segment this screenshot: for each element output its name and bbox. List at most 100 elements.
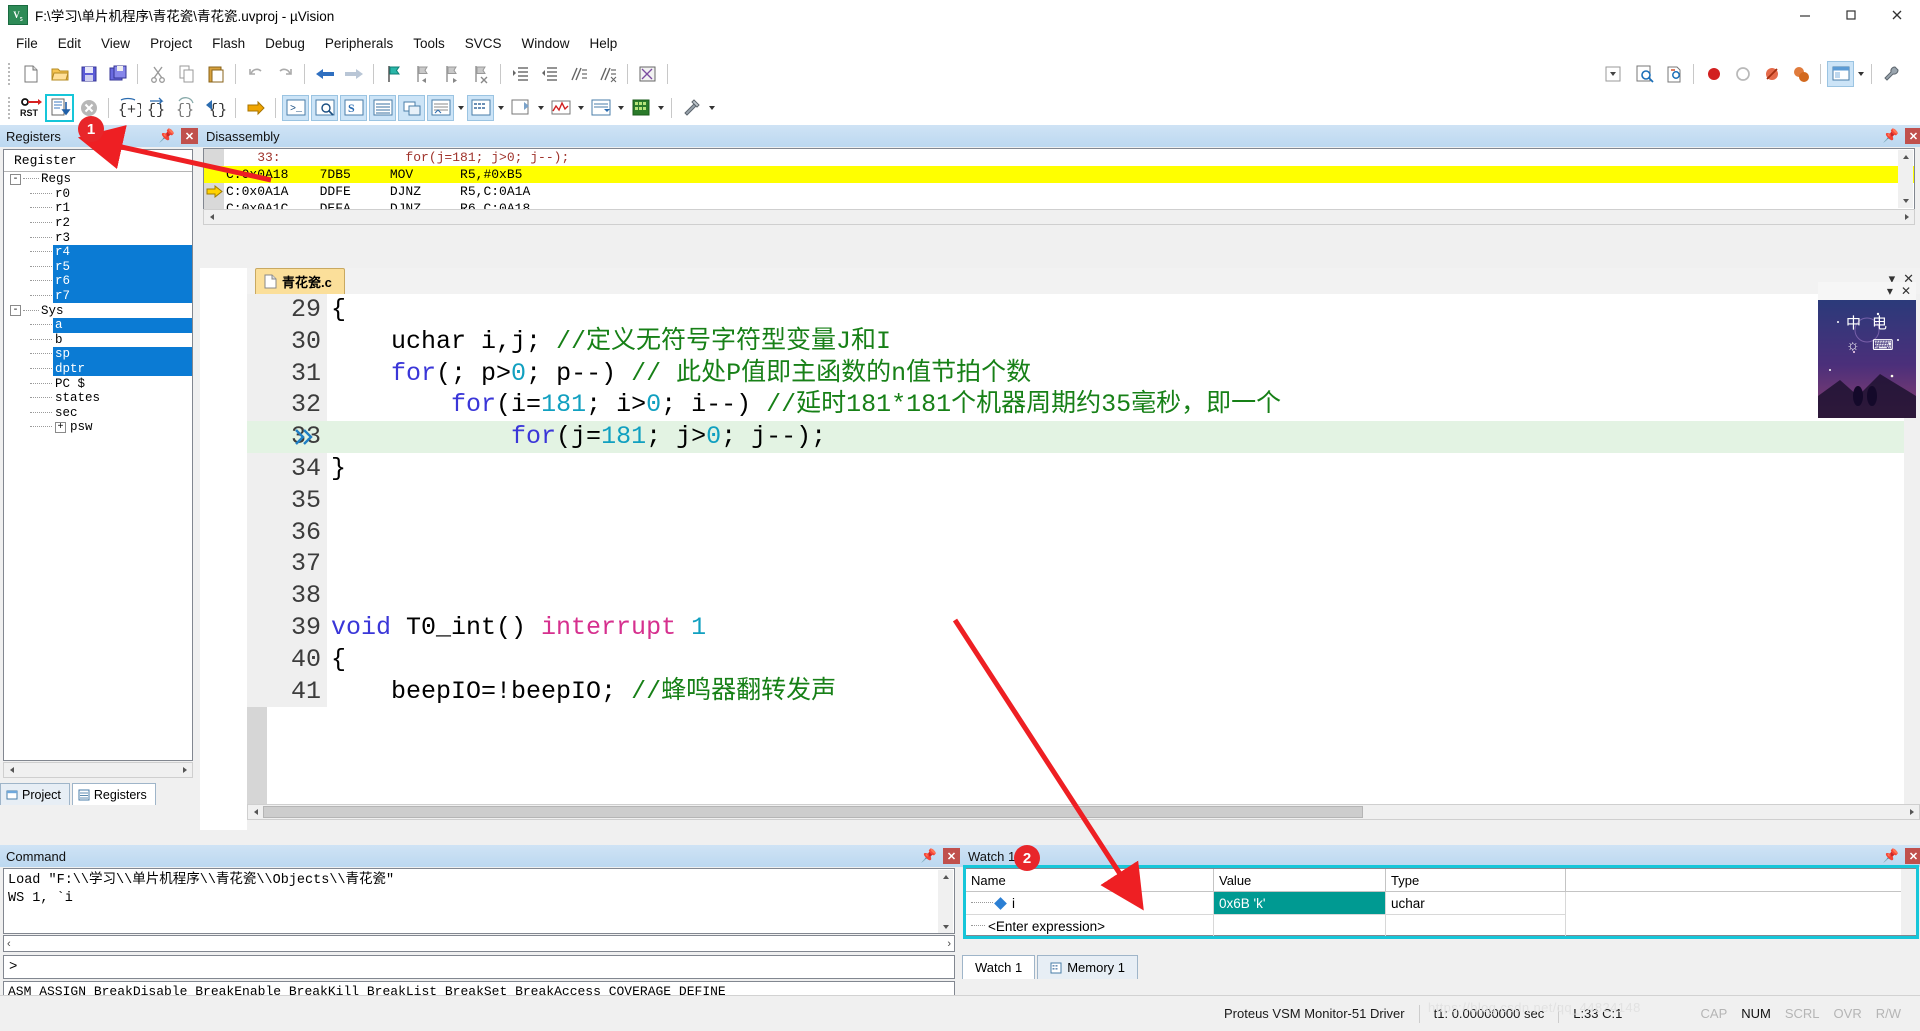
maximize-icon[interactable]: [1828, 0, 1874, 30]
new-file-icon[interactable]: [17, 61, 44, 87]
tree-expander-icon[interactable]: -: [10, 305, 21, 317]
editor-line[interactable]: 39 void T0_int() interrupt 1: [247, 611, 1904, 644]
disassembly-row[interactable]: C:0x0A18 7DB5 MOV R5,#0xB5: [204, 166, 1914, 183]
system-viewer-caret-icon[interactable]: [655, 95, 666, 121]
watch-row-value[interactable]: [1214, 915, 1386, 938]
disassembly-row[interactable]: 33: for(j=181; j>0; j--);: [204, 149, 1914, 166]
minimize-icon[interactable]: [1782, 0, 1828, 30]
menu-flash[interactable]: Flash: [202, 33, 255, 54]
editor-line[interactable]: 40{: [247, 643, 1904, 676]
editor-line[interactable]: 30 uchar i,j; //定义无符号字符型变量J和I: [247, 325, 1904, 358]
pin-icon[interactable]: 📌: [921, 848, 937, 864]
tab-project[interactable]: Project: [0, 783, 70, 805]
tab-memory-1[interactable]: Memory 1: [1037, 955, 1138, 979]
watch-enter-expression[interactable]: <Enter expression>: [966, 915, 1214, 938]
pin-icon[interactable]: 📌: [1883, 848, 1899, 864]
disassembly-window-icon[interactable]: [311, 95, 338, 121]
register-row[interactable]: b: [4, 333, 192, 348]
register-row[interactable]: + psw: [4, 420, 192, 435]
configure-tools-icon[interactable]: [1878, 61, 1905, 87]
trace-windows-caret-icon[interactable]: [615, 95, 626, 121]
analysis-windows-icon[interactable]: [547, 95, 574, 121]
insert-breakpoint-icon[interactable]: [1700, 61, 1727, 87]
close-icon[interactable]: ✕: [1905, 848, 1920, 864]
register-row[interactable]: r5: [4, 259, 192, 275]
menu-project[interactable]: Project: [140, 33, 202, 54]
command-hscrollbar[interactable]: ‹ ›: [3, 935, 955, 952]
register-row[interactable]: r4: [4, 244, 192, 260]
close-icon[interactable]: ✕: [181, 128, 198, 144]
reset-cpu-icon[interactable]: RST: [17, 95, 44, 121]
analysis-windows-caret-icon[interactable]: [575, 95, 586, 121]
watch-col-value[interactable]: Value: [1214, 869, 1386, 891]
watch-row-value[interactable]: 0x6B 'k': [1214, 892, 1386, 915]
toolbar-grip[interactable]: [5, 97, 13, 119]
editor-line[interactable]: 35: [247, 484, 1904, 517]
watch-grid[interactable]: Name Value Type i 0x6B 'k' uchar <Enter …: [965, 868, 1917, 938]
memory-windows-caret-icon[interactable]: [495, 95, 506, 121]
scroll-up-icon[interactable]: [938, 870, 953, 884]
step-over-icon[interactable]: {}: [144, 95, 171, 121]
toolbox-caret-icon[interactable]: [706, 95, 717, 121]
editor-line[interactable]: 34}: [247, 452, 1904, 485]
watch-windows-caret-icon[interactable]: [455, 95, 466, 121]
run-icon[interactable]: [45, 94, 74, 122]
tree-expander-icon[interactable]: -: [10, 173, 21, 185]
close-icon[interactable]: ✕: [943, 848, 960, 864]
trace-windows-icon[interactable]: [587, 95, 614, 121]
manage-windows-icon[interactable]: [1827, 60, 1854, 87]
disassembly-view[interactable]: 33: for(j=181; j>0; j--); C:0x0A18 7DB5 M…: [203, 148, 1915, 210]
editor-tab-qinghuaci-c[interactable]: 青花瓷.c: [255, 268, 345, 294]
open-file-icon[interactable]: [46, 61, 73, 87]
browse-symbols-icon[interactable]: [1660, 61, 1687, 87]
tree-expander-icon[interactable]: +: [55, 421, 66, 433]
menu-window[interactable]: Window: [511, 33, 579, 54]
watch-vscrollbar[interactable]: [1901, 869, 1916, 935]
command-input[interactable]: >: [3, 955, 955, 979]
scroll-left-icon[interactable]: [248, 805, 263, 819]
register-row[interactable]: r6: [4, 274, 192, 289]
hscroll-thumb[interactable]: [19, 763, 177, 777]
navigate-back-icon[interactable]: [311, 61, 338, 87]
scroll-right-icon[interactable]: [1899, 210, 1914, 224]
register-row[interactable]: r3: [4, 230, 192, 245]
watch-col-name[interactable]: Name: [966, 869, 1214, 891]
disassembly-vscrollbar[interactable]: [1898, 150, 1913, 208]
kill-breakpoint-icon[interactable]: [1729, 61, 1756, 87]
serial-windows-caret-icon[interactable]: [535, 95, 546, 121]
indent-increase-icon[interactable]: [507, 61, 534, 87]
pin-icon[interactable]: 📌: [159, 128, 175, 144]
save-icon[interactable]: [75, 61, 102, 87]
run-to-cursor-icon[interactable]: {}: [202, 95, 229, 121]
watch-row-name-cell[interactable]: i: [966, 892, 1214, 915]
command-window-icon[interactable]: >_: [282, 95, 309, 121]
menu-svcs[interactable]: SVCS: [455, 33, 512, 54]
disassembly-row[interactable]: C:0x0A1A DDFE DJNZ R5,C:0A1A: [204, 183, 1914, 200]
navigate-forward-icon[interactable]: [340, 61, 367, 87]
watch-windows-icon[interactable]: [427, 95, 454, 121]
editor-text-area[interactable]: 29{30 uchar i,j; //定义无符号字符型变量J和I 31 for(;…: [247, 294, 1920, 804]
manage-windows-caret-icon[interactable]: [1855, 61, 1866, 87]
registers-tree[interactable]: - Regs r0 r1 r2 r3 r4 r5 r6 r7 - Sys a b sp dptr PC $ sta…: [4, 172, 192, 435]
scroll-down-icon[interactable]: [1898, 194, 1913, 208]
scroll-right-icon[interactable]: [177, 763, 192, 777]
system-viewer-icon[interactable]: [627, 95, 654, 121]
register-row[interactable]: states: [4, 391, 192, 406]
uncomment-lines-icon[interactable]: [594, 61, 621, 87]
bookmark-clear-icon[interactable]: [467, 61, 494, 87]
step-out-icon[interactable]: {}: [173, 95, 200, 121]
watch-row[interactable]: i 0x6B 'k' uchar: [966, 892, 1916, 915]
disable-breakpoint-icon[interactable]: [1758, 61, 1785, 87]
undo-icon[interactable]: [242, 61, 269, 87]
pin-icon[interactable]: 📌: [1883, 128, 1899, 144]
scroll-left-icon[interactable]: [4, 763, 19, 777]
tab-watch-1[interactable]: Watch 1: [962, 955, 1036, 979]
editor-hscrollbar[interactable]: [247, 804, 1920, 820]
menu-debug[interactable]: Debug: [255, 33, 315, 54]
menu-file[interactable]: File: [6, 33, 48, 54]
register-row[interactable]: r7: [4, 288, 192, 304]
hscroll-thumb[interactable]: [263, 806, 1363, 818]
watch-row-enter-expression[interactable]: <Enter expression>: [966, 915, 1916, 938]
toolbar-grip[interactable]: [5, 62, 13, 85]
registers-window-icon[interactable]: [369, 95, 396, 121]
